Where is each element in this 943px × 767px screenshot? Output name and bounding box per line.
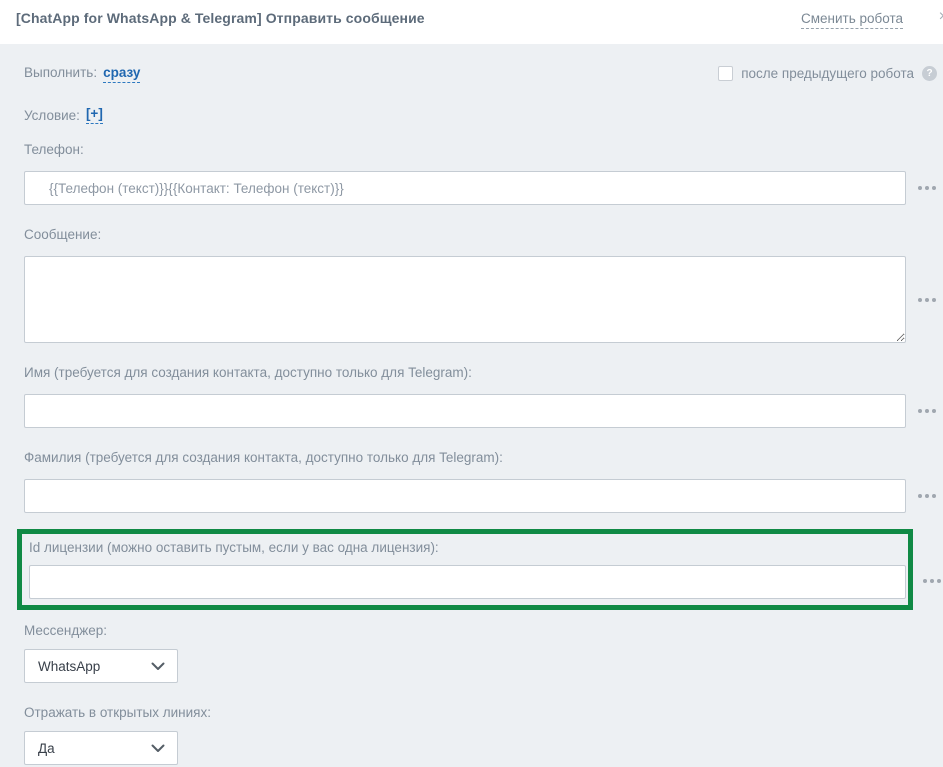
dialog-header: [ChatApp for WhatsApp & Telegram] Отправ… [0,0,943,44]
last-name-ellipsis-menu-button[interactable] [916,490,938,502]
dot-icon [918,409,922,413]
phone-input[interactable] [24,171,906,205]
execution-timing-link[interactable]: сразу [103,65,140,83]
phone-ellipsis-menu-button[interactable] [916,182,938,194]
first-name-ellipsis-menu-button[interactable] [916,405,938,417]
execution-label: Выполнить: [24,65,97,80]
dot-icon [932,186,936,190]
license-id-ellipsis-menu-button[interactable] [921,575,943,587]
message-textarea[interactable] [24,256,906,343]
messenger-field-group: Мессенджер: WhatsApp [24,623,937,683]
robot-settings-panel: Выполнить: сразу после предыдущего робота… [0,44,943,767]
dot-icon [932,298,936,302]
dialog-title: [ChatApp for WhatsApp & Telegram] Отправ… [16,10,425,26]
dot-icon [918,494,922,498]
phone-label: Телефон: [24,142,937,157]
messenger-label: Мессенджер: [24,623,937,638]
first-name-input[interactable] [24,394,906,428]
open-lines-select-value: Да [38,741,55,756]
license-id-field-group: Id лицензии (можно оставить пустым, если… [24,529,937,610]
execution-left: Выполнить: сразу [24,64,140,82]
dot-icon [930,579,934,583]
dot-icon [925,409,929,413]
dot-icon [925,186,929,190]
license-id-highlight-box: Id лицензии (можно оставить пустым, если… [17,529,913,610]
message-label: Сообщение: [24,227,937,242]
dot-icon [937,579,941,583]
condition-label: Условие: [24,108,80,123]
last-name-field-group: Фамилия (требуется для создания контакта… [24,450,937,513]
message-field-group: Сообщение: [24,227,937,343]
dot-icon [925,494,929,498]
dot-icon [925,298,929,302]
dot-icon [932,494,936,498]
chevron-down-icon [151,662,165,671]
after-previous-robot-label: после предыдущего робота [741,66,914,81]
dot-icon [918,186,922,190]
condition-row: Условие: [+] [24,106,937,124]
execution-right: после предыдущего робота ? [718,66,937,81]
first-name-label: Имя (требуется для создания контакта, до… [24,365,937,380]
phone-field-group: Телефон: [24,142,937,205]
dot-icon [923,579,927,583]
message-ellipsis-menu-button[interactable] [916,294,938,306]
dot-icon [918,298,922,302]
chevron-down-icon [151,744,165,753]
open-lines-label: Отражать в открытых линиях: [24,705,937,720]
open-lines-field-group: Отражать в открытых линиях: Да [24,705,937,765]
close-icon[interactable]: × [939,9,943,25]
last-name-input[interactable] [24,479,906,513]
help-icon[interactable]: ? [922,66,937,81]
after-previous-robot-checkbox[interactable] [718,66,733,81]
change-robot-link[interactable]: Сменить робота [801,11,903,29]
license-id-label: Id лицензии (можно оставить пустым, если… [29,540,902,555]
last-name-label: Фамилия (требуется для создания контакта… [24,450,937,465]
condition-add-link[interactable]: [+] [86,106,103,124]
dot-icon [932,409,936,413]
execution-row: Выполнить: сразу после предыдущего робота… [24,64,937,82]
open-lines-select[interactable]: Да [24,731,178,765]
first-name-field-group: Имя (требуется для создания контакта, до… [24,365,937,428]
messenger-select[interactable]: WhatsApp [24,649,178,683]
messenger-select-value: WhatsApp [38,659,100,674]
license-id-input[interactable] [29,565,906,599]
